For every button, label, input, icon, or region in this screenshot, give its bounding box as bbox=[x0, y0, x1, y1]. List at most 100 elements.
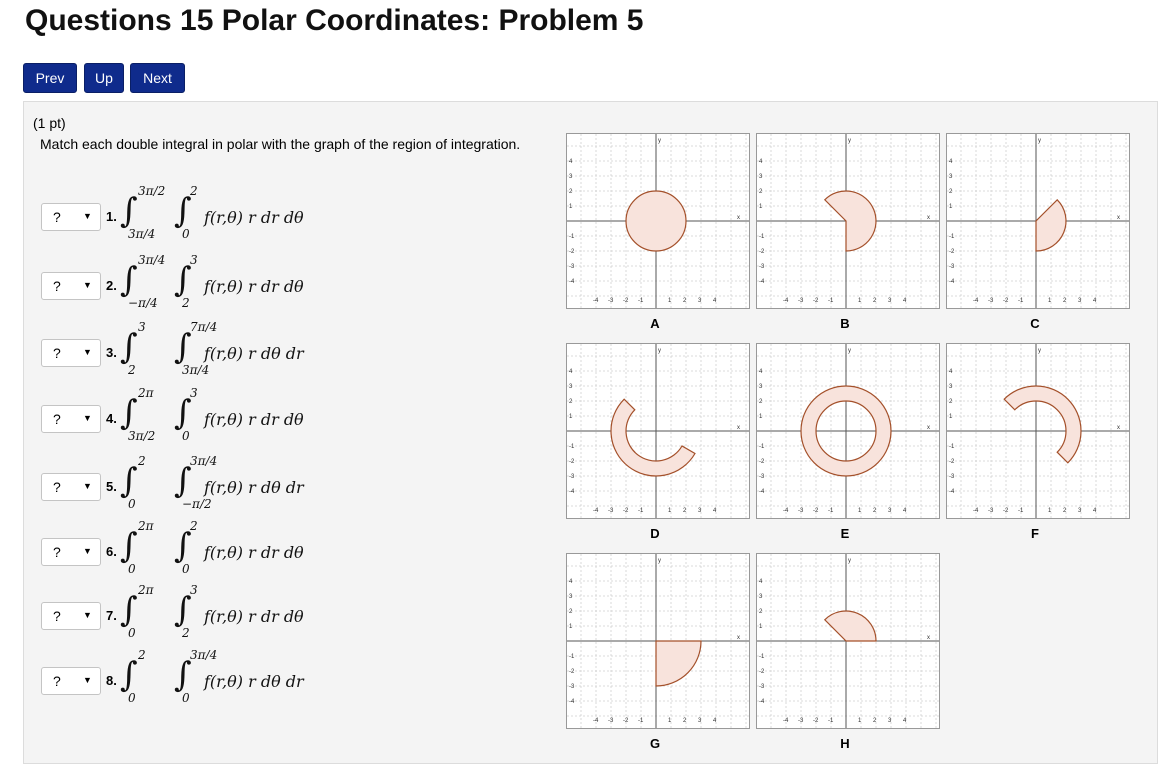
next-button[interactable]: Next bbox=[130, 63, 185, 93]
integral-sign: ∫ bbox=[174, 655, 192, 695]
chevron-down-icon: ▼ bbox=[83, 675, 92, 685]
inner-lower-limit: 0 bbox=[182, 429, 190, 443]
integral-number: 3. bbox=[106, 345, 117, 360]
outer-upper-limit: 3π/2 bbox=[138, 184, 166, 198]
x-tick-label: -4 bbox=[593, 718, 599, 724]
x-tick-label: -4 bbox=[593, 298, 599, 304]
integral-sign: ∫ bbox=[120, 393, 138, 433]
y-tick-label: 1 bbox=[759, 624, 763, 630]
region-graph-a: -4 -3 -2 -1 1 2 3 4 4 3 2 1 -1 -2 -3 -4 x y bbox=[566, 133, 750, 309]
x-tick-label: -3 bbox=[988, 508, 994, 514]
x-tick-label: 4 bbox=[713, 508, 717, 514]
outer-lower-limit: −π/4 bbox=[128, 296, 158, 310]
y-tick-label: -2 bbox=[569, 249, 575, 255]
y-tick-label: 3 bbox=[759, 384, 763, 390]
x-tick-label: -4 bbox=[973, 508, 979, 514]
inner-upper-limit: 3 bbox=[190, 386, 198, 400]
x-tick-label: 3 bbox=[698, 508, 702, 514]
select-value: ? bbox=[53, 479, 61, 495]
outer-lower-limit: 0 bbox=[128, 691, 136, 705]
x-tick-label: 3 bbox=[888, 718, 892, 724]
answer-select[interactable]: ? ▼ bbox=[41, 667, 101, 695]
x-tick-label: -2 bbox=[813, 718, 819, 724]
integral-expression: ∫ 2 0 ∫ 3π/4 −π/2 f(r,θ) r dθ dr bbox=[120, 454, 340, 516]
integration-region bbox=[625, 190, 687, 252]
y-tick-label: -4 bbox=[569, 279, 575, 285]
up-button[interactable]: Up bbox=[84, 63, 124, 93]
answer-select[interactable]: ? ▼ bbox=[41, 339, 101, 367]
x-tick-label: -3 bbox=[608, 298, 614, 304]
y-tick-label: 2 bbox=[759, 609, 763, 615]
outer-upper-limit: 3 bbox=[138, 320, 146, 334]
x-tick-label: 2 bbox=[683, 298, 687, 304]
x-tick-label: 4 bbox=[903, 718, 907, 724]
graph-label: E bbox=[840, 526, 850, 541]
inner-lower-limit: 0 bbox=[182, 562, 190, 576]
outer-lower-limit: 0 bbox=[128, 497, 136, 511]
y-tick-label: -2 bbox=[949, 249, 955, 255]
chevron-down-icon: ▼ bbox=[83, 280, 92, 290]
y-tick-label: 4 bbox=[569, 159, 573, 165]
instructions-text: Match each double integral in polar with… bbox=[40, 136, 521, 152]
inner-upper-limit: 2 bbox=[190, 184, 198, 198]
answer-select[interactable]: ? ▼ bbox=[41, 473, 101, 501]
x-tick-label: 4 bbox=[903, 508, 907, 514]
y-tick-label: -1 bbox=[949, 444, 955, 450]
region-graph-c: -4 -3 -2 -1 1 2 3 4 4 3 2 1 -1 -2 -3 -4 x y bbox=[946, 133, 1130, 309]
y-tick-label: 4 bbox=[569, 579, 573, 585]
region-graph-g: -4 -3 -2 -1 1 2 3 4 4 3 2 1 -1 -2 -3 -4 x y bbox=[566, 553, 750, 729]
y-axis-label: y bbox=[1038, 138, 1041, 144]
outer-upper-limit: 2π bbox=[138, 583, 154, 597]
chevron-down-icon: ▼ bbox=[83, 211, 92, 221]
x-tick-label: -3 bbox=[798, 298, 804, 304]
page-title: Questions 15 Polar Coordinates: Problem … bbox=[25, 4, 644, 37]
y-tick-label: -1 bbox=[759, 444, 765, 450]
integral-expression: ∫ 2π 0 ∫ 2 0 f(r,θ) r dr dθ bbox=[120, 519, 340, 581]
graph-label: B bbox=[840, 316, 850, 331]
inner-lower-limit: 3π/4 bbox=[182, 363, 210, 377]
y-axis-label: y bbox=[1038, 348, 1041, 354]
x-tick-label: 4 bbox=[1093, 298, 1097, 304]
x-tick-label: 1 bbox=[1048, 508, 1052, 514]
outer-upper-limit: 2π bbox=[138, 386, 154, 400]
integral-expression: ∫ 3 2 ∫ 7π/4 3π/4 f(r,θ) r dθ dr bbox=[120, 320, 340, 382]
x-tick-label: 4 bbox=[903, 298, 907, 304]
integral-expression: ∫ 3π/2 3π/4 ∫ 2 0 f(r,θ) r dr dθ bbox=[120, 184, 340, 246]
x-tick-label: -4 bbox=[973, 298, 979, 304]
answer-select[interactable]: ? ▼ bbox=[41, 272, 101, 300]
answer-select[interactable]: ? ▼ bbox=[41, 405, 101, 433]
x-tick-label: 1 bbox=[858, 718, 862, 724]
integrand: f(r,θ) r dθ dr bbox=[204, 344, 304, 363]
region-graph-f: -4 -3 -2 -1 1 2 3 4 4 3 2 1 -1 -2 -3 -4 x y bbox=[946, 343, 1130, 519]
y-tick-label: -2 bbox=[759, 459, 765, 465]
y-tick-label: -1 bbox=[949, 234, 955, 240]
graph-label: H bbox=[840, 736, 850, 751]
answer-select[interactable]: ? ▼ bbox=[41, 602, 101, 630]
x-axis-label: x bbox=[737, 635, 740, 641]
x-tick-label: -1 bbox=[828, 508, 834, 514]
y-tick-label: 1 bbox=[949, 204, 953, 210]
y-tick-label: -3 bbox=[569, 474, 575, 480]
x-tick-label: 2 bbox=[683, 718, 687, 724]
answer-select[interactable]: ? ▼ bbox=[41, 538, 101, 566]
integral-sign: ∫ bbox=[120, 191, 138, 231]
integral-sign: ∫ bbox=[174, 191, 192, 231]
x-axis-label: x bbox=[737, 215, 740, 221]
prev-button[interactable]: Prev bbox=[23, 63, 77, 93]
integral-number: 2. bbox=[106, 278, 117, 293]
answer-select[interactable]: ? ▼ bbox=[41, 203, 101, 231]
inner-upper-limit: 7π/4 bbox=[190, 320, 218, 334]
x-axis-label: x bbox=[927, 635, 930, 641]
y-tick-label: -4 bbox=[759, 699, 765, 705]
integrand: f(r,θ) r dr dθ bbox=[204, 277, 304, 296]
outer-upper-limit: 2 bbox=[138, 454, 146, 468]
y-tick-label: -1 bbox=[569, 234, 575, 240]
x-tick-label: 4 bbox=[713, 298, 717, 304]
integral-sign: ∫ bbox=[120, 260, 138, 300]
y-tick-label: -1 bbox=[569, 444, 575, 450]
outer-lower-limit: 2 bbox=[128, 363, 136, 377]
y-tick-label: -4 bbox=[569, 489, 575, 495]
x-tick-label: -1 bbox=[828, 718, 834, 724]
integral-sign: ∫ bbox=[174, 461, 192, 501]
select-value: ? bbox=[53, 345, 61, 361]
